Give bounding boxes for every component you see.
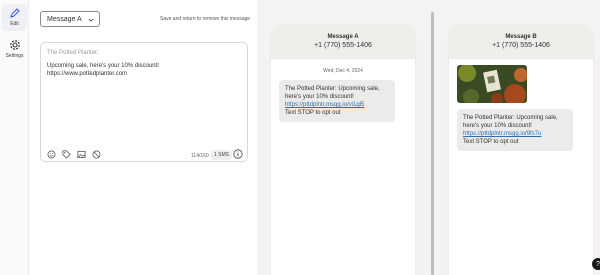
message-toolbar [47,150,101,159]
save-note: Save and return to remove this message [160,16,251,22]
help-button[interactable]: ? [592,258,600,270]
phone-header: Message B +1 (770) 555-1406 [449,25,593,59]
message-textarea[interactable]: The Potted Planter: Upcoming sale, here'… [40,42,248,162]
rail-label-edit: Edit [10,21,19,27]
message-body-line2: https://www.pottedplanter.com [47,71,128,77]
message-bubble: The Potted Planter: Upcoming sale, here'… [279,80,395,122]
short-link[interactable]: https://pttdplntr.msgg.io/9fs7u [463,130,567,138]
message-bubble: The Potted Planter: Upcoming sale, here'… [457,109,573,151]
bubble-line1: The Potted Planter: Upcoming sale, [285,86,380,92]
plant-photo-image [457,65,527,103]
bubble-line2: here's your 10% discount! [463,123,532,129]
rail-label-settings: Settings [5,53,24,59]
emoji-icon[interactable] [47,150,56,159]
preview-area: Message A +1 (770) 555-1406 Wed, Dec 4, … [257,0,600,275]
phone-header: Message A +1 (770) 555-1406 [271,25,415,59]
opt-out-text: Text STOP to opt out [463,139,519,145]
opt-out-text: Text STOP to opt out [285,110,341,116]
image-icon[interactable] [77,150,86,159]
char-counter: 114/160 [191,153,209,159]
rail-item-settings[interactable]: Settings [2,36,27,63]
phone-number: +1 (770) 555-1406 [314,42,372,49]
message-version-value: Message A [47,15,82,23]
message-body-line1: Upcoming sale, here's your 10% discount! [47,63,159,69]
no-link-icon[interactable] [92,150,101,159]
left-rail: Edit Settings [0,0,29,275]
tag-icon[interactable] [62,150,71,159]
message-prefix: The Potted Planter: [47,50,99,56]
rail-item-edit[interactable]: Edit [2,4,27,31]
preview-divider [431,12,434,275]
short-link[interactable]: https://pttdplntr.msgg.io/vi1gl5 [285,101,389,109]
bubble-line2: here's your 10% discount! [285,94,354,100]
phone-title: Message B [505,34,537,40]
message-date: Wed, Dec 4, 2024 [323,68,363,74]
message-body: Upcoming sale, here's your 10% discount!… [47,62,159,78]
gear-icon [9,40,20,50]
message-version-select[interactable]: Message A [40,11,100,27]
phone-number: +1 (770) 555-1406 [492,42,550,49]
info-icon[interactable] [233,149,243,159]
phone-preview-b: Message B +1 (770) 555-1406 The Potted P… [449,25,593,275]
sms-count-badge: 1 SMS [211,150,233,160]
mms-image [457,65,527,103]
phone-title: Message A [327,34,359,40]
chevron-down-icon [88,18,94,22]
bubble-line1: The Potted Planter: Upcoming sale, [463,115,558,121]
pencil-icon [9,8,20,18]
phone-preview-a: Message A +1 (770) 555-1406 Wed, Dec 4, … [271,25,415,275]
message-editor-panel: Message A Save and return to remove this… [29,0,257,275]
